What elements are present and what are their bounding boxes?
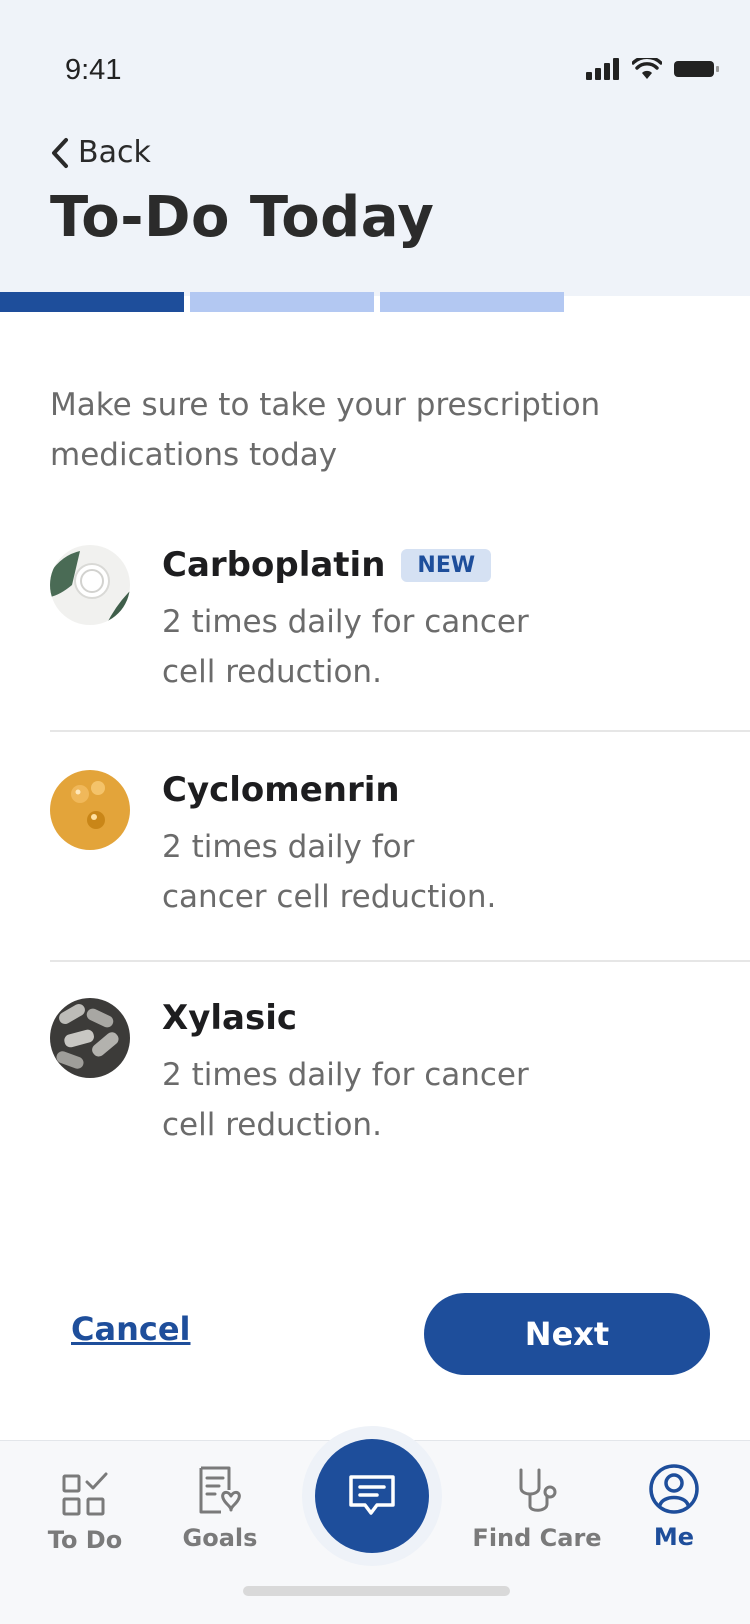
- tab-goals[interactable]: Goals: [182, 1466, 258, 1552]
- status-icons: [586, 58, 720, 80]
- tab-find-care[interactable]: Find Care: [472, 1468, 602, 1552]
- divider: [50, 730, 750, 732]
- medication-description: 2 times daily for cancer cell reduction.: [162, 1057, 529, 1143]
- signal-icon: [586, 58, 619, 80]
- chat-button[interactable]: [315, 1439, 429, 1553]
- page-title: To-Do Today: [50, 185, 435, 250]
- medication-name: Xylasic: [162, 998, 298, 1038]
- status-time: 9:41: [65, 54, 122, 86]
- back-label: Back: [78, 135, 151, 170]
- tab-label: To Do: [47, 1526, 123, 1554]
- cancel-button[interactable]: Cancel: [71, 1310, 191, 1348]
- tab-label: Goals: [182, 1524, 258, 1552]
- medication-image-carboplatin: [50, 545, 130, 625]
- progress-step-3: [380, 292, 564, 312]
- chevron-left-icon: [52, 137, 68, 168]
- tab-label: Me: [653, 1523, 695, 1551]
- home-indicator: [243, 1586, 510, 1596]
- header: 9:41 Back To-Do Today: [0, 0, 750, 296]
- intro-text: Make sure to take your prescription medi…: [50, 387, 601, 473]
- progress-step-2: [190, 292, 374, 312]
- step-progress-bar: [0, 292, 564, 312]
- medication-item[interactable]: Carboplatin NEW 2 times daily for cancer …: [50, 545, 750, 690]
- stethoscope-icon: [519, 1468, 557, 1512]
- medication-description: 2 times daily for cancer cell reduction.: [162, 829, 497, 915]
- new-badge: NEW: [401, 549, 492, 582]
- progress-step-1: [0, 292, 184, 312]
- divider: [50, 960, 750, 962]
- medication-image-xylasic: [50, 998, 130, 1078]
- medication-item[interactable]: Cyclomenrin 2 times daily for cancer cel…: [50, 770, 750, 915]
- next-button[interactable]: Next: [424, 1293, 710, 1375]
- battery-icon: [674, 61, 719, 77]
- medication-name: Carboplatin NEW: [162, 545, 492, 585]
- tab-todo[interactable]: To Do: [47, 1472, 123, 1554]
- back-button[interactable]: Back: [50, 135, 151, 170]
- tab-label: Find Care: [472, 1524, 602, 1552]
- medication-name: Cyclomenrin: [162, 770, 400, 810]
- user-circle-icon: [649, 1464, 699, 1514]
- wifi-icon: [632, 58, 662, 79]
- todo-grid-check-icon: [62, 1472, 108, 1516]
- chat-bubble-icon: [349, 1475, 395, 1515]
- medication-description: 2 times daily for cancer cell reduction.: [162, 604, 529, 690]
- medication-item[interactable]: Xylasic 2 times daily for cancer cell re…: [50, 998, 750, 1143]
- medication-image-cyclomenrin: [50, 770, 130, 850]
- tab-me[interactable]: Me: [644, 1463, 704, 1551]
- goals-document-icon: [199, 1466, 241, 1514]
